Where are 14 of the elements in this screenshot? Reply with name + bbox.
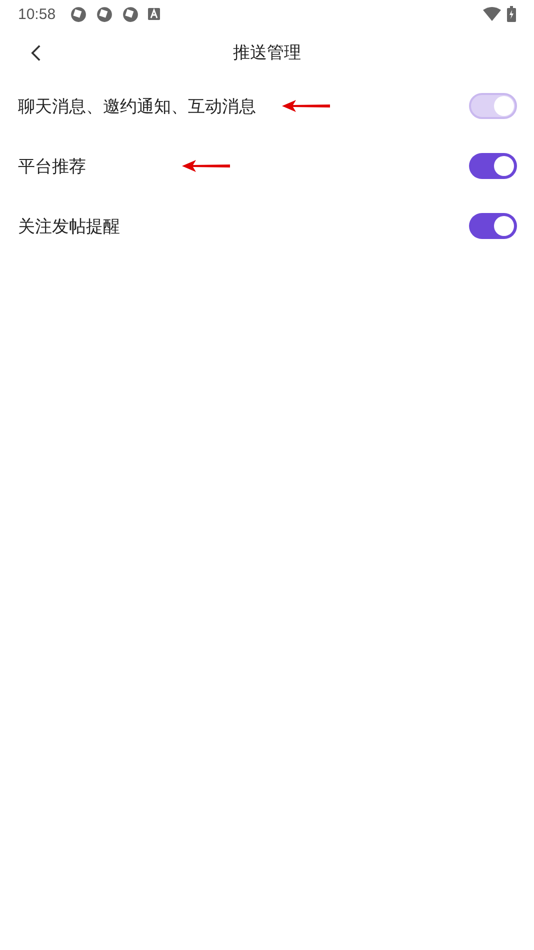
battery-icon xyxy=(507,6,516,22)
wifi-icon xyxy=(483,7,501,21)
setting-label: 关注发帖提醒 xyxy=(18,216,120,238)
aperture-icon xyxy=(70,6,87,22)
back-icon xyxy=(30,44,42,62)
aperture-icon xyxy=(122,6,139,22)
setting-label: 平台推荐 xyxy=(18,156,86,178)
setting-label: 聊天消息、邀约通知、互动消息 xyxy=(18,96,256,118)
page-title: 推送管理 xyxy=(233,42,301,64)
status-time: 10:58 xyxy=(18,6,56,22)
toggle-switch[interactable] xyxy=(469,153,517,179)
toggle-switch[interactable] xyxy=(469,213,517,239)
keyboard-icon xyxy=(148,8,160,20)
aperture-icon xyxy=(96,6,113,22)
